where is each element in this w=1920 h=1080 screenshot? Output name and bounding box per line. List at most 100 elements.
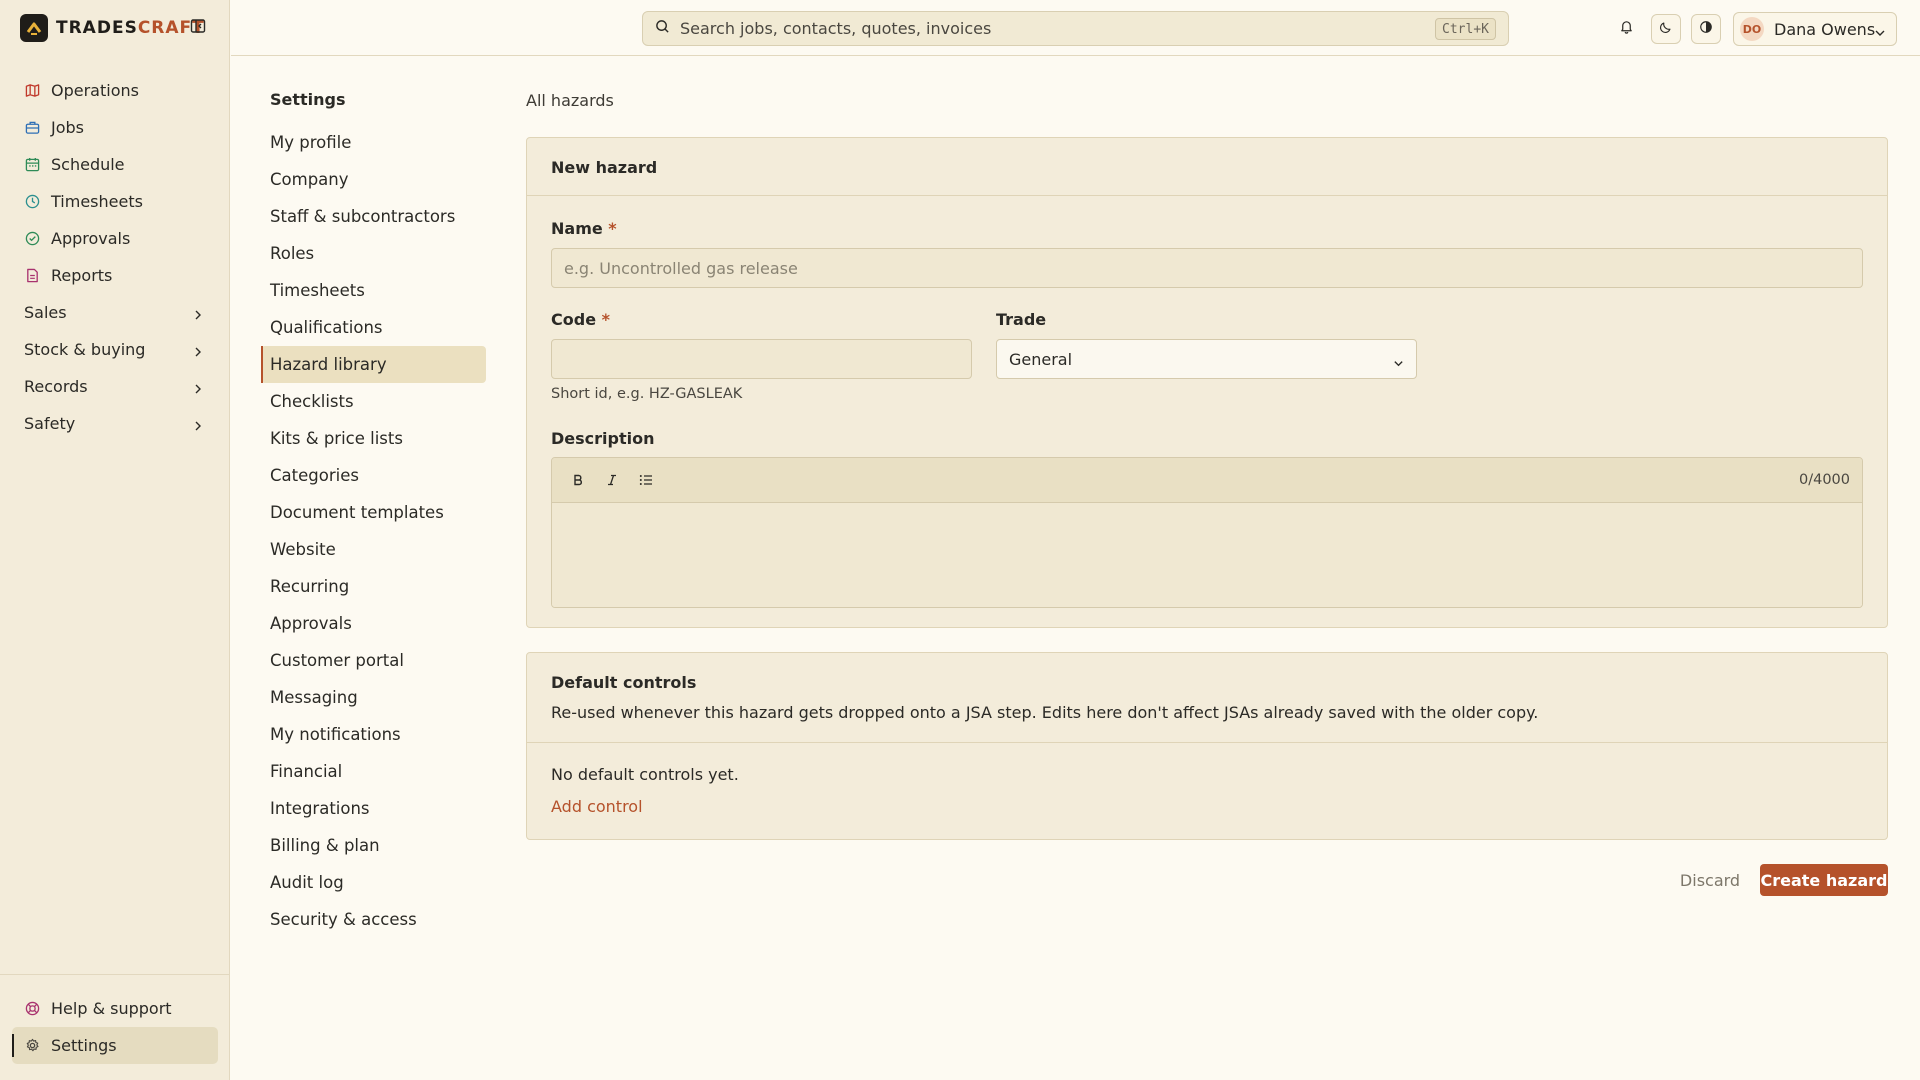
settings-nav-item[interactable]: Website bbox=[261, 531, 486, 568]
settings-nav-item[interactable]: Audit log bbox=[261, 864, 486, 901]
nav-item-settings[interactable]: Settings bbox=[12, 1027, 218, 1064]
settings-nav: My profile Company Staff & subcontractor… bbox=[261, 124, 486, 938]
bullet-list-icon[interactable] bbox=[636, 470, 656, 490]
notifications-button[interactable] bbox=[1611, 14, 1641, 44]
settings-nav-item[interactable]: My profile bbox=[261, 124, 486, 161]
settings-nav-item[interactable]: Integrations bbox=[261, 790, 486, 827]
settings-nav-item[interactable]: My notifications bbox=[261, 716, 486, 753]
sidebar-divider bbox=[0, 974, 230, 975]
nav-item-reports[interactable]: Reports bbox=[12, 257, 218, 294]
settings-nav-item[interactable]: Staff & subcontractors bbox=[261, 198, 486, 235]
default-controls-description: Re-used whenever this hazard gets droppe… bbox=[551, 703, 1539, 722]
nav-group-stock-buying[interactable]: Stock & buying bbox=[12, 331, 218, 368]
nav-item-label: Timesheets bbox=[51, 192, 143, 211]
nav-group-label: Stock & buying bbox=[24, 340, 146, 359]
nav-group-label: Records bbox=[24, 377, 88, 396]
settings-nav-item[interactable]: Security & access bbox=[261, 901, 486, 938]
clock-icon bbox=[24, 194, 40, 210]
new-hazard-card: New hazard Name * Code * Short id, e.g. … bbox=[526, 137, 1888, 628]
create-hazard-button[interactable]: Create hazard bbox=[1760, 864, 1888, 896]
settings-nav-title: Settings bbox=[270, 90, 346, 109]
contrast-toggle[interactable] bbox=[1691, 14, 1721, 44]
settings-nav-item[interactable]: Roles bbox=[261, 235, 486, 272]
settings-nav-item[interactable]: Billing & plan bbox=[261, 827, 486, 864]
settings-nav-item[interactable]: Document templates bbox=[261, 494, 486, 531]
nav-item-label: Jobs bbox=[51, 118, 84, 137]
map-icon bbox=[24, 83, 40, 99]
chevron-down-icon bbox=[1393, 354, 1404, 373]
settings-nav-item[interactable]: Financial bbox=[261, 753, 486, 790]
nav-item-help-support[interactable]: Help & support bbox=[12, 990, 218, 1027]
description-textarea[interactable] bbox=[552, 503, 1862, 607]
nav-item-label: Schedule bbox=[51, 155, 125, 174]
nav-item-label: Settings bbox=[51, 1036, 117, 1055]
name-input[interactable] bbox=[551, 248, 1863, 288]
briefcase-icon bbox=[24, 120, 40, 136]
nav-group-sales[interactable]: Sales bbox=[12, 294, 218, 331]
discard-button[interactable]: Discard bbox=[1670, 864, 1750, 896]
chevron-down-icon bbox=[1874, 24, 1886, 44]
bell-icon bbox=[1619, 19, 1634, 39]
nav-item-jobs[interactable]: Jobs bbox=[12, 109, 218, 146]
global-search[interactable]: Ctrl+K bbox=[642, 11, 1509, 46]
trade-select[interactable]: General bbox=[996, 339, 1417, 379]
nav-group-records[interactable]: Records bbox=[12, 368, 218, 405]
italic-icon[interactable] bbox=[602, 470, 622, 490]
nav-item-approvals[interactable]: Approvals bbox=[12, 220, 218, 257]
trade-label: Trade bbox=[996, 310, 1047, 329]
dark-mode-toggle[interactable] bbox=[1651, 14, 1681, 44]
name-label: Name * bbox=[551, 219, 617, 238]
default-controls-card: Default controls Re-used whenever this h… bbox=[526, 652, 1888, 840]
nav-item-timesheets[interactable]: Timesheets bbox=[12, 183, 218, 220]
brand-name: TRADESCRAFT bbox=[56, 18, 205, 38]
main-sidebar: TRADESCRAFT Operations Jobs Schedule Tim… bbox=[0, 0, 230, 1080]
nav-item-label: Help & support bbox=[51, 999, 172, 1018]
settings-nav-item-active[interactable]: Hazard library bbox=[261, 346, 486, 383]
settings-nav-item[interactable]: Checklists bbox=[261, 383, 486, 420]
collapse-sidebar-icon[interactable] bbox=[190, 18, 208, 36]
settings-nav-item[interactable]: Categories bbox=[261, 457, 486, 494]
user-name: Dana Owens bbox=[1774, 19, 1876, 39]
secondary-nav: Help & support Settings bbox=[12, 990, 218, 1064]
settings-nav-item[interactable]: Kits & price lists bbox=[261, 420, 486, 457]
search-input[interactable] bbox=[680, 19, 1440, 38]
file-icon bbox=[24, 268, 40, 284]
settings-nav-item[interactable]: Messaging bbox=[261, 679, 486, 716]
nav-item-schedule[interactable]: Schedule bbox=[12, 146, 218, 183]
contrast-icon bbox=[1699, 19, 1713, 39]
logo-mark-icon bbox=[20, 14, 48, 42]
description-label: Description bbox=[551, 429, 655, 448]
search-icon bbox=[655, 19, 670, 39]
nav-item-label: Operations bbox=[51, 81, 139, 100]
settings-nav-item[interactable]: Customer portal bbox=[261, 642, 486, 679]
breadcrumb-all-hazards[interactable]: All hazards bbox=[526, 91, 614, 110]
card-title: New hazard bbox=[527, 138, 1887, 196]
nav-item-label: Reports bbox=[51, 266, 113, 285]
nav-group-label: Safety bbox=[24, 414, 76, 433]
character-counter: 0/4000 bbox=[1798, 472, 1850, 488]
nav-group-safety[interactable]: Safety bbox=[12, 405, 218, 442]
trade-select-value: General bbox=[1009, 349, 1073, 369]
chevron-right-icon bbox=[192, 380, 204, 394]
chevron-right-icon bbox=[192, 417, 204, 431]
brand-logo[interactable]: TRADESCRAFT bbox=[20, 14, 205, 42]
description-editor: 0/4000 bbox=[551, 457, 1863, 608]
nav-item-label: Approvals bbox=[51, 229, 131, 248]
settings-nav-item[interactable]: Timesheets bbox=[261, 272, 486, 309]
nav-item-operations[interactable]: Operations bbox=[12, 72, 218, 109]
add-control-link[interactable]: Add control bbox=[551, 797, 643, 816]
user-menu-button[interactable]: DO Dana Owens bbox=[1733, 12, 1897, 46]
code-input[interactable] bbox=[551, 339, 972, 379]
bold-icon[interactable] bbox=[568, 470, 588, 490]
search-shortcut-hint: Ctrl+K bbox=[1435, 18, 1496, 40]
settings-nav-item[interactable]: Qualifications bbox=[261, 309, 486, 346]
settings-nav-item[interactable]: Approvals bbox=[261, 605, 486, 642]
default-controls-title: Default controls bbox=[551, 673, 697, 692]
moon-icon bbox=[1659, 19, 1673, 39]
top-bar: Ctrl+K DO Dana Owens bbox=[231, 0, 1920, 56]
code-label: Code * bbox=[551, 310, 610, 329]
chevron-right-icon bbox=[192, 306, 204, 320]
calendar-icon bbox=[24, 157, 40, 173]
settings-nav-item[interactable]: Company bbox=[261, 161, 486, 198]
settings-nav-item[interactable]: Recurring bbox=[261, 568, 486, 605]
